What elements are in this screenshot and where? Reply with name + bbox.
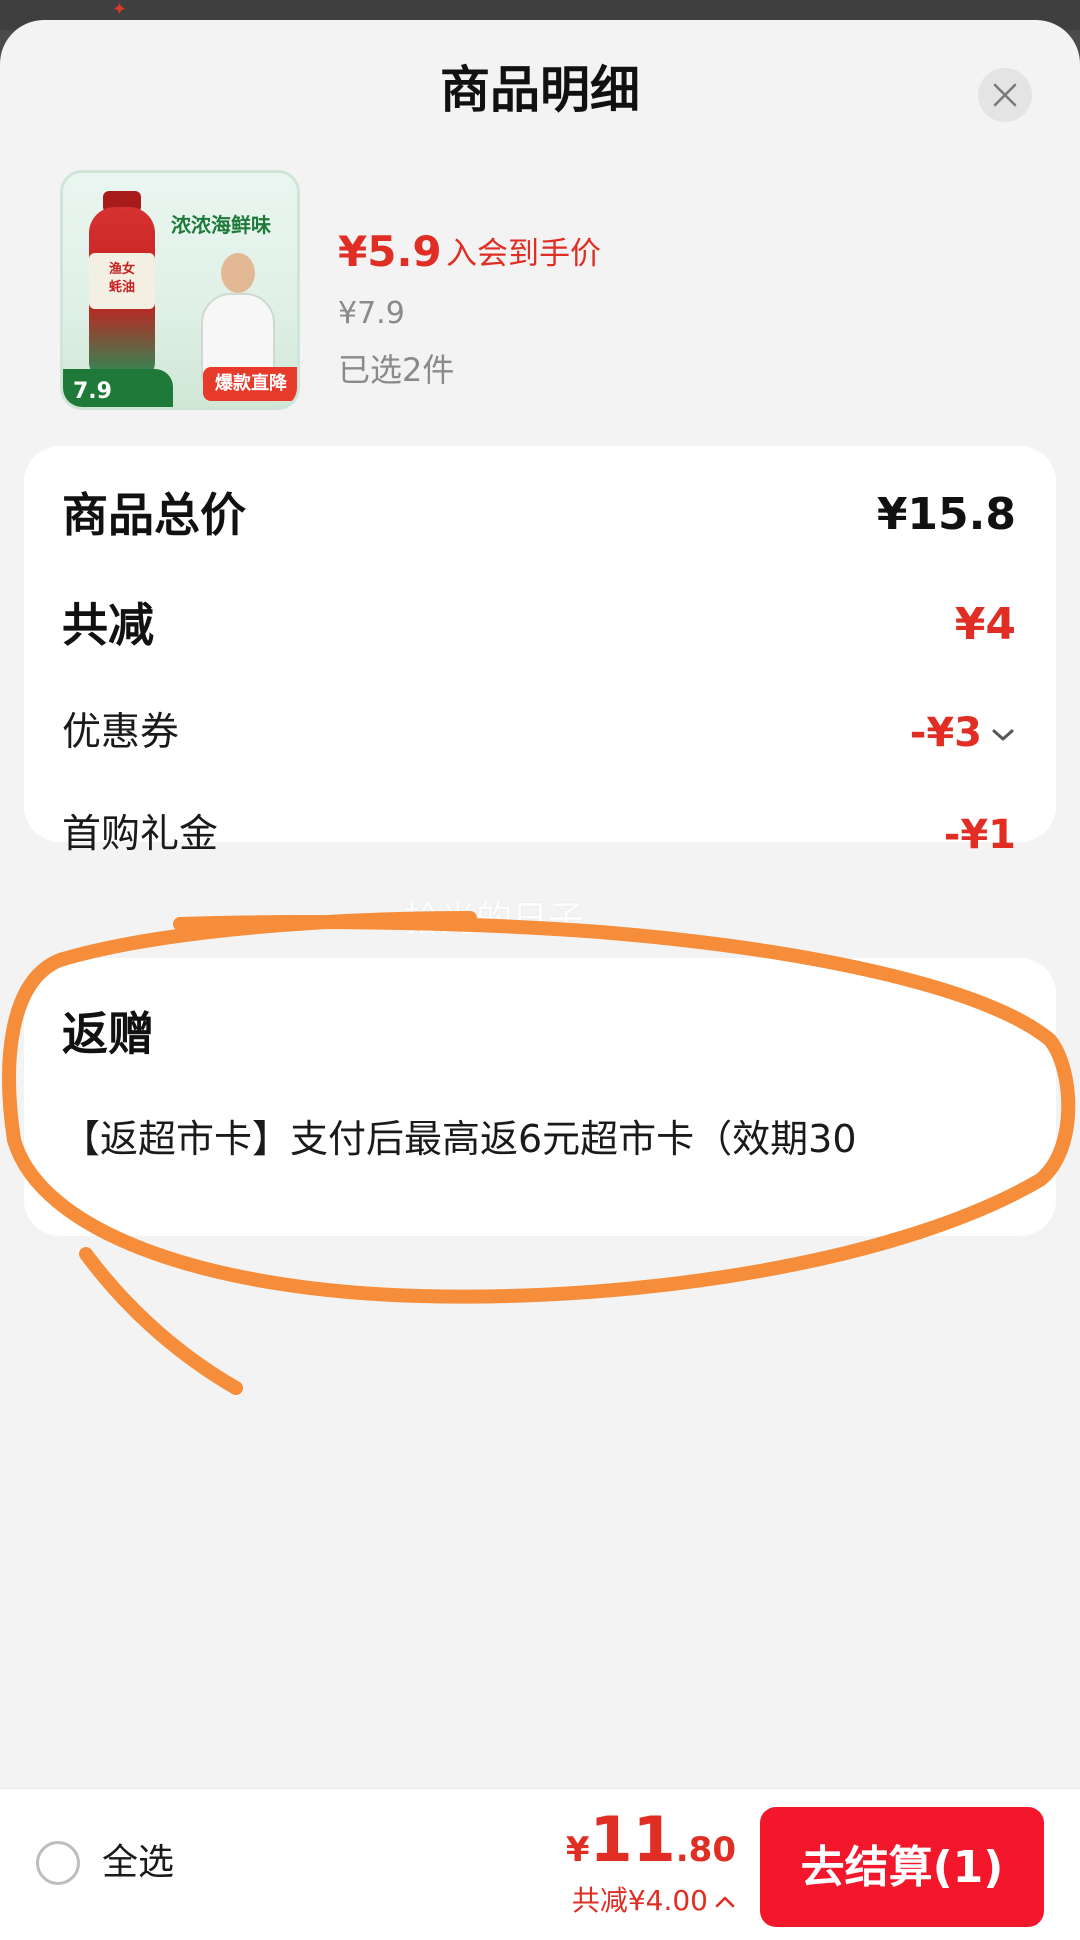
discount-total-value: ¥4 bbox=[954, 599, 1016, 650]
sheet-title: 商品明细 bbox=[440, 61, 640, 119]
first-buy-bonus-value: -¥1 bbox=[943, 812, 1016, 858]
watermark-text: 拾光的日子 bbox=[404, 899, 585, 940]
original-price: ¥7.9 bbox=[338, 296, 405, 331]
checkout-button[interactable]: 去结算(1) bbox=[760, 1807, 1044, 1927]
chevron-up-icon bbox=[715, 1896, 735, 1908]
coupon-value: -¥3 bbox=[909, 710, 982, 756]
thumbnail-price: 7.9 bbox=[73, 379, 112, 404]
member-price-tag: 入会到手价 bbox=[446, 236, 601, 272]
price-summary-card: 商品总价 ¥15.8 共减 ¥4 优惠券 -¥3 首购礼金 -¥1 bbox=[24, 446, 1056, 858]
chevron-down-icon bbox=[992, 729, 1014, 741]
coupon-row-toggle[interactable]: -¥3 bbox=[910, 708, 1016, 758]
rebate-card: 返赠 【返超市卡】支付后最高返6元超市卡（效期30 bbox=[24, 958, 1056, 1236]
rebate-title: 返赠 bbox=[62, 1007, 154, 1061]
discount-summary-toggle[interactable]: 共减¥4.00 bbox=[572, 1881, 736, 1921]
first-buy-bonus-label: 首购礼金 bbox=[62, 812, 219, 857]
thumbnail-banner: 浓浓海鲜味 bbox=[171, 213, 271, 237]
checkout-bar: 全选 ¥11.80 共减¥4.00 去结算(1) bbox=[0, 1788, 1080, 1940]
total-price-value: ¥15.8 bbox=[876, 489, 1016, 540]
background-glyph: ✦ bbox=[112, 0, 128, 20]
product-detail-sheet: 商品明细 渔女 蚝油 浓浓海鲜味 7.9 爆款直降 ¥5.9 入会到手价 ¥7.… bbox=[0, 20, 1080, 1940]
select-all-label[interactable]: 全选 bbox=[102, 1839, 174, 1887]
payable-total: ¥11.80 bbox=[566, 1803, 736, 1893]
total-price-label: 商品总价 bbox=[62, 488, 246, 542]
close-button[interactable] bbox=[978, 68, 1032, 122]
discount-summary-text: 共减¥4.00 bbox=[571, 1884, 708, 1917]
total-decimal: .80 bbox=[675, 1830, 736, 1870]
close-icon bbox=[993, 83, 1017, 107]
total-currency: ¥ bbox=[565, 1830, 590, 1870]
bottle-label: 渔女 蚝油 bbox=[89, 253, 155, 309]
discount-total-label: 共减 bbox=[62, 598, 154, 652]
coupon-label: 优惠券 bbox=[62, 710, 180, 755]
product-thumbnail[interactable]: 渔女 蚝油 浓浓海鲜味 7.9 爆款直降 bbox=[60, 170, 300, 410]
member-price: ¥5.9 bbox=[338, 227, 442, 276]
select-all-radio[interactable] bbox=[36, 1841, 80, 1885]
thumbnail-promo-badge: 爆款直降 bbox=[203, 367, 297, 401]
selected-count: 已选2件 bbox=[338, 351, 455, 389]
total-integer: 11 bbox=[589, 1803, 676, 1876]
thumbnail-person bbox=[193, 253, 283, 383]
rebate-description: 【返超市卡】支付后最高返6元超市卡（效期30 bbox=[62, 1117, 857, 1161]
